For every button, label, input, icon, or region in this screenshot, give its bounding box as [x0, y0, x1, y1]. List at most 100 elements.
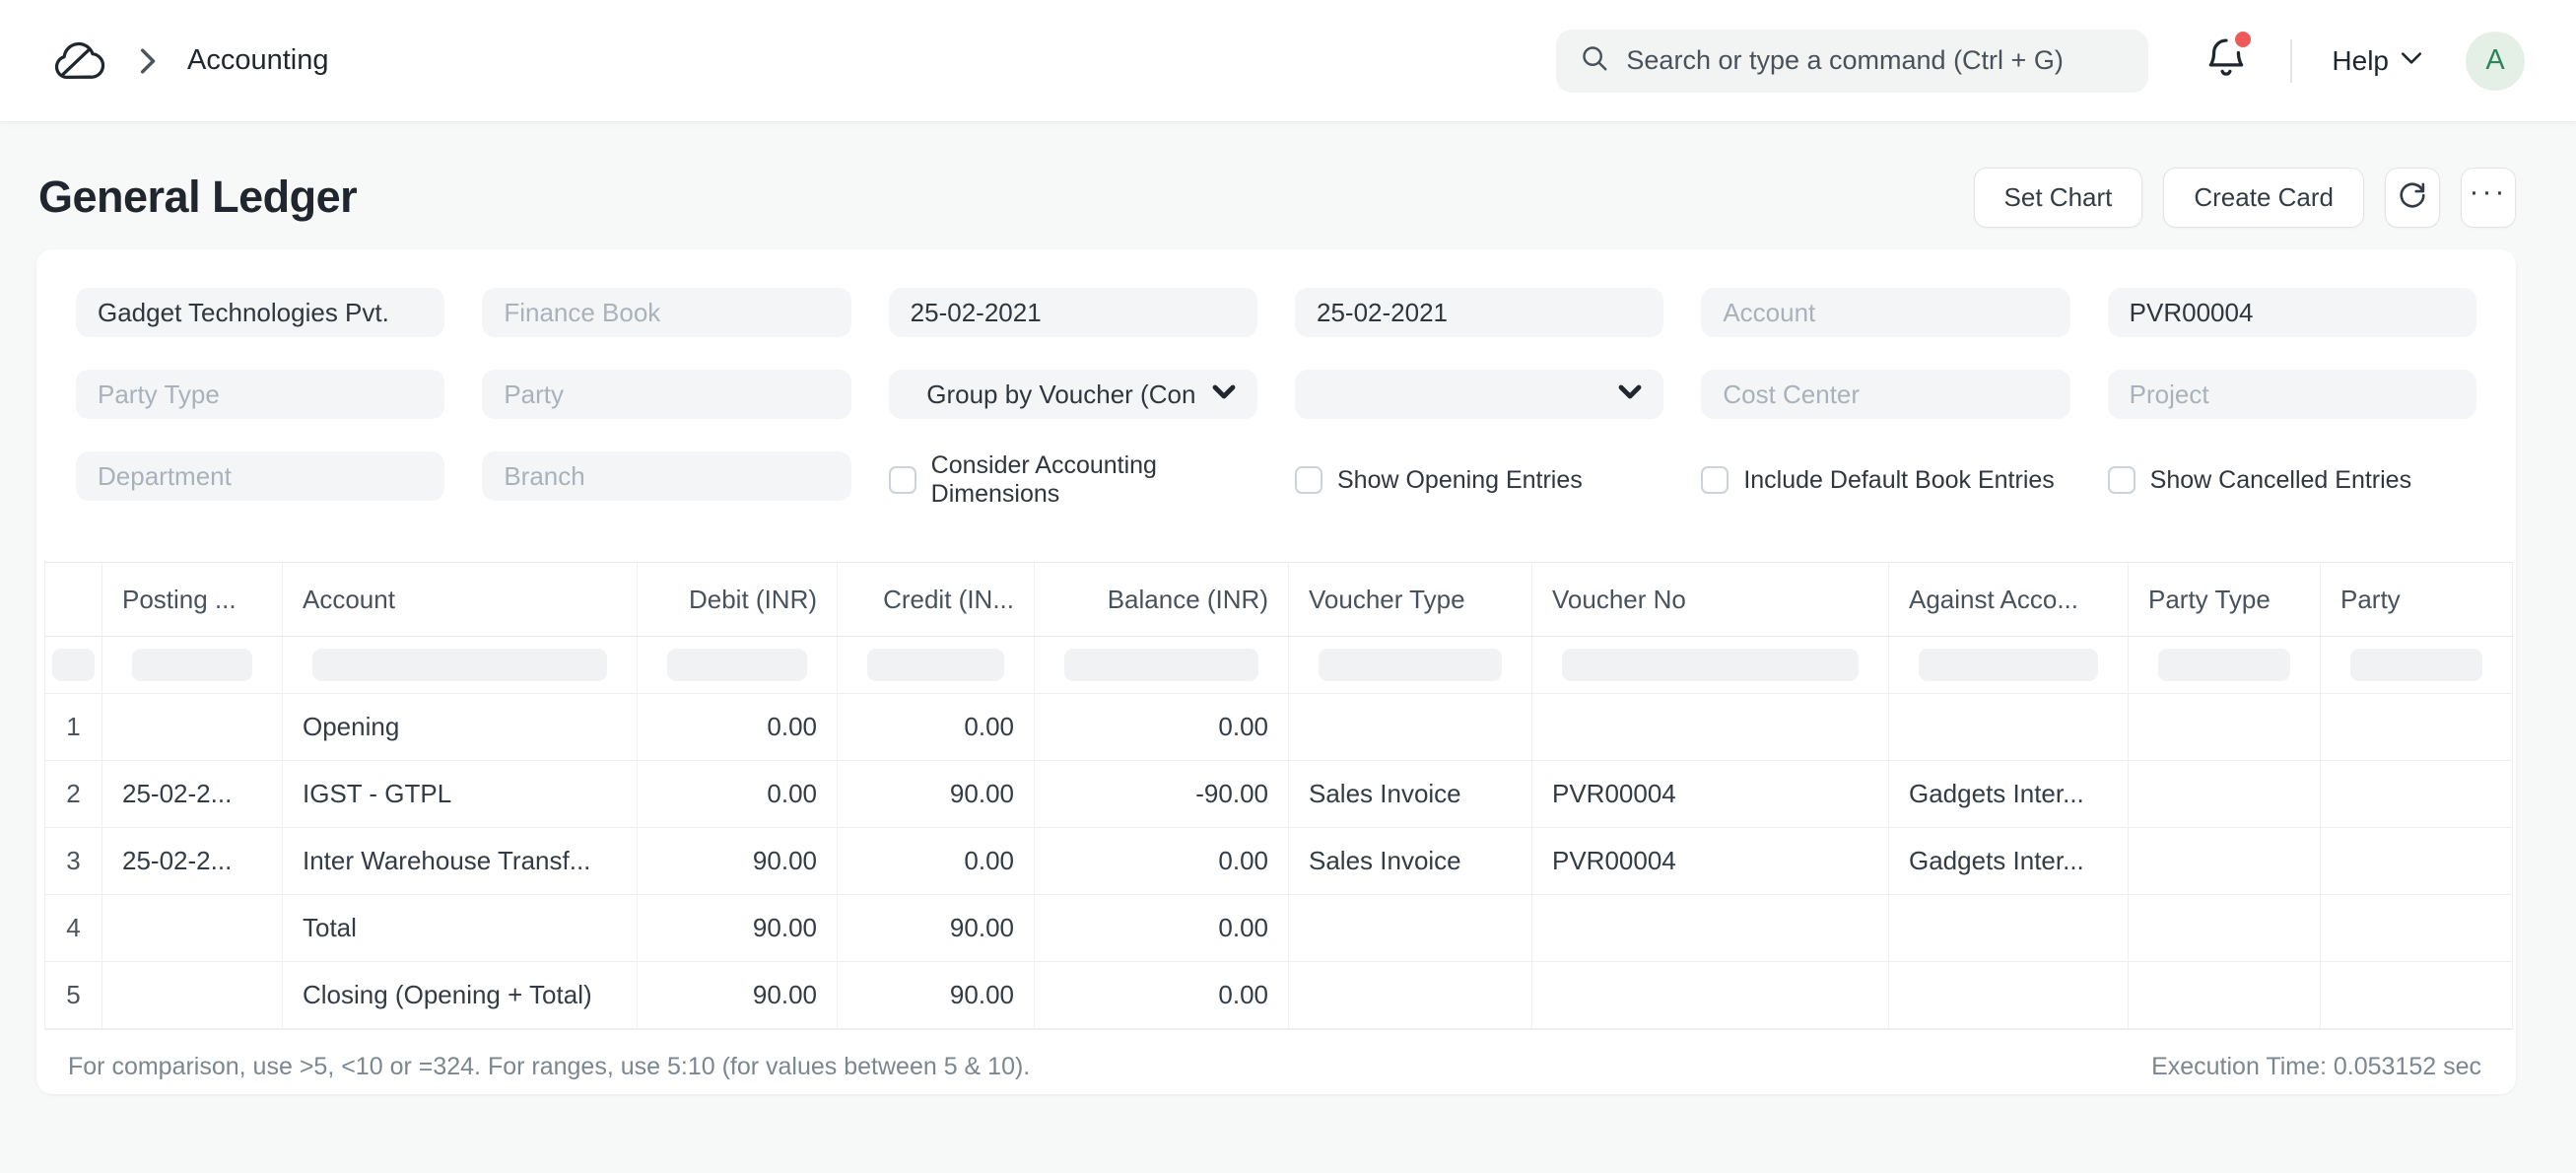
create-card-button[interactable]: Create Card [2163, 168, 2364, 228]
search-input[interactable] [1626, 45, 2125, 76]
group-by-select[interactable]: Group by Voucher (Con [889, 370, 1257, 419]
user-avatar[interactable]: A [2466, 32, 2525, 91]
show-cancelled-entries-checkbox-group: Show Cancelled Entries [2108, 451, 2476, 509]
table-row[interactable]: 5 Closing (Opening + Total) 90.00 90.00 … [45, 962, 2513, 1029]
bell-icon [2205, 68, 2247, 85]
cell-party-type [2129, 962, 2321, 1029]
include-default-book-entries-checkbox-group: Include Default Book Entries [1701, 451, 2069, 509]
column-filter-input[interactable] [2158, 649, 2290, 681]
table-row[interactable]: 3 25-02-2... Inter Warehouse Transf... 9… [45, 828, 2513, 895]
cell-debit: 90.00 [638, 962, 838, 1029]
column-header-credit[interactable]: Credit (IN... [838, 563, 1035, 637]
show-opening-entries-checkbox-group: Show Opening Entries [1295, 451, 1663, 509]
cell-voucher-type: Sales Invoice [1289, 828, 1532, 895]
row-index: 1 [45, 694, 102, 761]
finance-book-filter[interactable] [482, 288, 850, 337]
column-header-party-type[interactable]: Party Type [2129, 563, 2321, 637]
column-header-posting-date[interactable]: Posting ... [102, 563, 283, 637]
column-header-index [45, 563, 102, 637]
column-header-balance[interactable]: Balance (INR) [1035, 563, 1289, 637]
party-type-filter[interactable] [76, 370, 444, 419]
table-row[interactable]: 4 Total 90.00 90.00 0.00 [45, 895, 2513, 962]
column-filter-input[interactable] [2350, 649, 2482, 681]
to-date-filter[interactable] [1295, 288, 1663, 337]
show-opening-entries-checkbox[interactable] [1295, 466, 1322, 494]
column-filter-input[interactable] [1562, 649, 1859, 681]
global-search[interactable] [1556, 30, 2148, 93]
table-row[interactable]: 1 Opening 0.00 0.00 0.00 [45, 694, 2513, 761]
table-row[interactable]: 2 25-02-2... IGST - GTPL 0.00 90.00 -90.… [45, 761, 2513, 828]
cell-voucher-no [1532, 694, 1889, 761]
execution-time: Execution Time: 0.053152 sec [2151, 1053, 2481, 1081]
column-header-account[interactable]: Account [283, 563, 638, 637]
cell-voucher-type [1289, 962, 1532, 1029]
cell-credit: 0.00 [838, 694, 1035, 761]
cell-party-type [2129, 828, 2321, 895]
project-filter[interactable] [2108, 370, 2476, 419]
help-menu-label: Help [2332, 45, 2389, 77]
cell-voucher-no: PVR00004 [1532, 761, 1889, 828]
search-icon [1580, 43, 1609, 78]
cost-center-filter[interactable] [1701, 370, 2069, 419]
cell-voucher-no [1532, 895, 1889, 962]
column-filter-input[interactable] [132, 649, 252, 681]
more-options-button[interactable]: ··· [2461, 168, 2516, 228]
column-header-party[interactable]: Party [2321, 563, 2513, 637]
help-menu[interactable]: Help [2332, 45, 2422, 77]
notification-dot [2235, 32, 2251, 47]
cell-voucher-type: Sales Invoice [1289, 761, 1532, 828]
column-filter-input[interactable] [1319, 649, 1502, 681]
avatar-letter: A [2485, 44, 2504, 77]
show-cancelled-entries-checkbox[interactable] [2108, 466, 2135, 494]
consider-accounting-dimensions-checkbox-group: Consider Accounting Dimensions [889, 451, 1257, 509]
cell-against-account: Gadgets Inter... [1889, 761, 2129, 828]
party-filter[interactable] [482, 370, 850, 419]
column-filter-input[interactable] [1064, 649, 1258, 681]
ledger-table-wrap: Posting ... Account Debit (INR) Credit (… [44, 562, 2513, 1094]
column-header-against-account[interactable]: Against Acco... [1889, 563, 2129, 637]
column-header-debit[interactable]: Debit (INR) [638, 563, 838, 637]
breadcrumb-item-accounting[interactable]: Accounting [187, 44, 329, 77]
department-filter[interactable] [76, 451, 444, 501]
breadcrumb: Accounting [51, 37, 329, 85]
cell-posting-date: 25-02-2... [102, 828, 283, 895]
include-default-book-entries-checkbox[interactable] [1701, 466, 1729, 494]
set-chart-button[interactable]: Set Chart [1974, 168, 2143, 228]
row-index: 3 [45, 828, 102, 895]
comparison-hint: For comparison, use >5, <10 or =324. For… [68, 1053, 1030, 1081]
from-date-filter[interactable] [889, 288, 1257, 337]
cell-party [2321, 895, 2513, 962]
app-logo-cloud-icon[interactable] [51, 37, 106, 85]
cell-party [2321, 761, 2513, 828]
cell-posting-date [102, 962, 283, 1029]
based-on-select[interactable] [1295, 370, 1663, 419]
cell-balance: -90.00 [1035, 761, 1289, 828]
page-header: General Ledger Set Chart Create Card ··· [0, 121, 2576, 228]
cell-credit: 90.00 [838, 761, 1035, 828]
row-index: 5 [45, 962, 102, 1029]
company-filter[interactable] [76, 288, 444, 337]
column-filter-input[interactable] [667, 649, 807, 681]
branch-filter[interactable] [482, 451, 850, 501]
consider-accounting-dimensions-checkbox[interactable] [889, 466, 916, 494]
cell-voucher-type [1289, 895, 1532, 962]
column-filter-input[interactable] [52, 649, 95, 681]
refresh-button[interactable] [2385, 168, 2440, 228]
account-filter[interactable] [1701, 288, 2069, 337]
cell-posting-date [102, 895, 283, 962]
column-header-voucher-type[interactable]: Voucher Type [1289, 563, 1532, 637]
column-header-voucher-no[interactable]: Voucher No [1532, 563, 1889, 637]
notifications-button[interactable] [2205, 35, 2247, 86]
column-filter-input[interactable] [867, 649, 1004, 681]
column-filter-input[interactable] [1919, 649, 2098, 681]
checkbox-label: Include Default Book Entries [1743, 466, 2054, 495]
chevron-right-icon [138, 48, 156, 74]
cell-balance: 0.00 [1035, 828, 1289, 895]
column-filter-input[interactable] [312, 649, 607, 681]
cell-debit: 90.00 [638, 828, 838, 895]
cell-party [2321, 694, 2513, 761]
cell-account: Total [283, 895, 638, 962]
cell-account: Closing (Opening + Total) [283, 962, 638, 1029]
navbar-divider [2290, 39, 2292, 83]
voucher-no-filter[interactable] [2108, 288, 2476, 337]
